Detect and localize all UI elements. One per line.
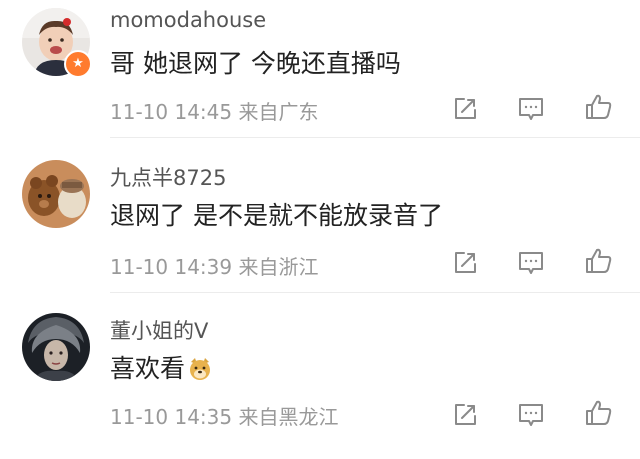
comment-icon[interactable]: [516, 248, 546, 278]
comment-item: 董小姐的V 喜欢看 11-10 14:35 来自黑龙江: [0, 307, 640, 459]
divider: [110, 292, 640, 293]
repost-icon[interactable]: [450, 94, 480, 124]
comment-meta: 11-10 14:45 来自广东: [110, 96, 318, 125]
like-icon[interactable]: [584, 246, 614, 276]
comment-item: ★ momodahouse 哥 她退网了 今晚还直播吗 11-10 14:45 …: [0, 0, 640, 152]
comment-location: 来自广东: [238, 100, 319, 124]
star-badge-icon: ★: [64, 50, 92, 78]
comment-icon[interactable]: [516, 94, 546, 124]
like-icon[interactable]: [584, 92, 614, 122]
divider: [110, 137, 640, 138]
like-icon[interactable]: [584, 398, 614, 428]
avatar[interactable]: [22, 160, 90, 228]
comment-username[interactable]: 九点半8725: [110, 162, 226, 192]
comment-username[interactable]: momodahouse: [110, 8, 266, 32]
teddy-bear-photo-avatar: [22, 160, 90, 228]
avatar[interactable]: [22, 313, 90, 381]
comment-meta: 11-10 14:39 来自浙江: [110, 251, 318, 280]
comment-location: 来自浙江: [238, 255, 319, 279]
comment-content: 退网了 是不是就不能放录音了: [110, 201, 443, 230]
comment-content: 哥 她退网了 今晚还直播吗: [110, 49, 401, 78]
repost-icon[interactable]: [450, 248, 480, 278]
doge-emoji-icon: [187, 356, 213, 388]
lion-woman-art-avatar: [22, 313, 90, 381]
comment-text: 喜欢看: [110, 354, 186, 383]
comment-item: 九点半8725 退网了 是不是就不能放录音了 11-10 14:39 来自浙江: [0, 152, 640, 304]
comment-time: 11-10 14:39: [110, 255, 233, 279]
comment-icon[interactable]: [516, 400, 546, 430]
comment-location: 来自黑龙江: [238, 405, 339, 429]
comment-time: 11-10 14:35: [110, 405, 233, 429]
comment-time: 11-10 14:45: [110, 100, 233, 124]
comment-meta: 11-10 14:35 来自黑龙江: [110, 401, 338, 430]
comment-content: 喜欢看: [110, 349, 213, 388]
repost-icon[interactable]: [450, 400, 480, 430]
comment-username[interactable]: 董小姐的V: [110, 315, 208, 345]
